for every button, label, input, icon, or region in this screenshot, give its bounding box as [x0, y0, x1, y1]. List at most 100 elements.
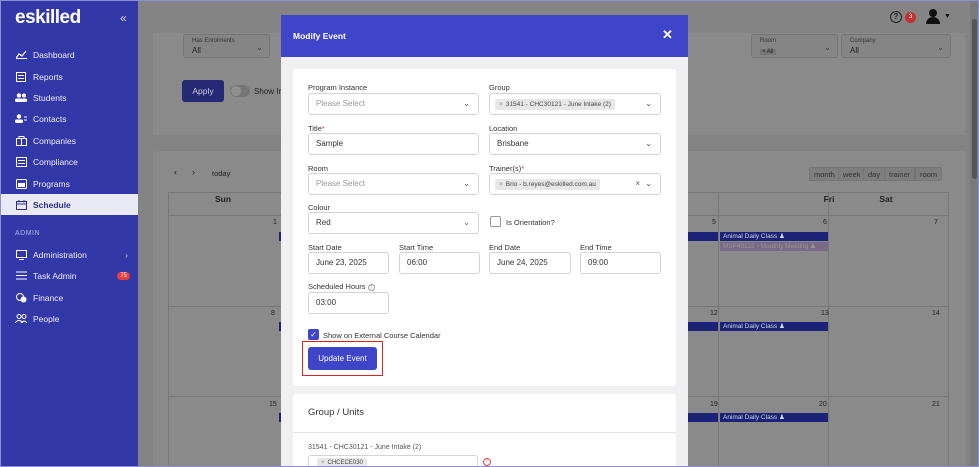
unit-chip[interactable]: × CHCECE030 [317, 458, 367, 466]
company-filter[interactable]: Company All ⌄ [841, 34, 951, 58]
report-icon [15, 71, 27, 82]
room-select[interactable]: Please Select ⌄ [308, 173, 479, 195]
warning-icon: ! [483, 458, 491, 466]
colour-select[interactable]: Red ⌄ [308, 212, 479, 234]
calendar-event[interactable]: Animal Daily Class ♟ [720, 413, 828, 422]
group-chip[interactable]: × 31541 - CHC30121 - June Intake (2) [495, 99, 615, 110]
event-title: Animal Daily Class [723, 414, 778, 421]
calendar-event[interactable]: MSF40122 - Monthly Meeting ♟ [720, 242, 828, 251]
date-number: 15 [269, 401, 277, 408]
sidebar-item-task-admin[interactable]: Task Admin 75 [1, 265, 138, 286]
scheduled-hours-input[interactable]: 03:00 [308, 292, 389, 314]
units-select[interactable]: × CHCECE030 [308, 455, 478, 466]
sidebar-item-contacts[interactable]: Contacts [1, 108, 138, 129]
chevron-down-icon: ⌄ [645, 139, 652, 148]
collapse-sidebar-icon[interactable]: « [120, 11, 127, 25]
date-number: 21 [932, 401, 940, 408]
clear-icon[interactable]: × [635, 174, 640, 194]
sidebar-item-reports[interactable]: Reports [1, 66, 138, 87]
sidebar-item-companies[interactable]: Companies [1, 130, 138, 151]
show-toggle[interactable] [230, 85, 250, 97]
sidebar-item-label: Dashboard [33, 49, 75, 60]
date-number: 1 [273, 219, 277, 226]
caret-down-icon[interactable]: ▼ [944, 13, 951, 20]
trainer-chip[interactable]: × Brio - b.reyes@eskilled.com.au [495, 179, 600, 190]
coins-icon [15, 292, 27, 303]
calendar-event[interactable]: Animal Daily Class ♟ [720, 232, 828, 241]
view-room-button[interactable]: room [915, 167, 943, 181]
sidebar-item-finance[interactable]: Finance [1, 287, 138, 308]
room-label: Room [308, 164, 329, 173]
end-time-input[interactable]: 09:00 [580, 252, 661, 274]
scrollbar-thumb[interactable] [972, 19, 977, 179]
remove-chip-icon[interactable]: × [499, 101, 503, 108]
help-icon[interactable]: ? [890, 11, 902, 23]
view-trainer-button[interactable]: trainer [884, 167, 916, 181]
chevron-down-icon: ⌄ [463, 179, 470, 188]
date-number: 8 [271, 310, 275, 317]
sidebar-item-dashboard[interactable]: Dashboard [1, 44, 138, 65]
sidebar-item-students[interactable]: Students [1, 87, 138, 108]
title-input[interactable]: Sample [308, 133, 479, 155]
room-filter[interactable]: Room × All ⌄ [751, 34, 838, 58]
filter-value: All [850, 46, 859, 55]
trainers-select[interactable]: × Brio - b.reyes@eskilled.com.au × ⌄ [489, 173, 661, 195]
calendar-event[interactable] [688, 232, 718, 241]
contact-icon [15, 114, 27, 124]
close-icon[interactable]: ✕ [662, 27, 673, 43]
calendar-event[interactable] [688, 413, 718, 422]
calendar-event[interactable] [688, 322, 718, 331]
chevron-down-icon: ⌄ [645, 179, 652, 188]
chip-label: 31541 - CHC30121 - June Intake (2) [505, 101, 611, 108]
title-label: Title* [308, 124, 325, 133]
chevron-right-icon: › [125, 249, 128, 260]
date-number: 14 [932, 310, 940, 317]
sidebar-item-schedule[interactable]: Schedule [1, 194, 138, 215]
orientation-checkbox[interactable] [490, 216, 501, 227]
logo: eskilled [15, 7, 81, 28]
day-header-sun: Sun [214, 194, 232, 204]
info-icon[interactable]: ? [367, 283, 375, 291]
chevron-down-icon: ⌄ [463, 99, 470, 108]
app-window: eskilled « Dashboard Reports Students Co… [0, 0, 979, 467]
list-icon [15, 271, 27, 281]
chip-label: CHCECE030 [327, 460, 363, 466]
today-button[interactable]: today [212, 169, 230, 183]
start-date-input[interactable]: June 23, 2025 [308, 252, 389, 274]
chevron-down-icon: ⌄ [824, 43, 831, 52]
calendar-event[interactable]: Animal Daily Class ♟ [720, 322, 828, 331]
program-instance-select[interactable]: Please Select ⌄ [308, 93, 479, 115]
group-units-item: 31541 - CHC30121 - June Intake (2) [308, 444, 422, 451]
notification-badge[interactable]: 3 [905, 12, 916, 23]
remove-chip-icon[interactable]: × [499, 181, 503, 188]
end-date-input[interactable]: June 24, 2025 [489, 252, 571, 274]
apply-button[interactable]: Apply [182, 80, 224, 102]
update-event-button[interactable]: Update Event [308, 347, 377, 370]
sidebar-item-people[interactable]: People [1, 308, 138, 329]
next-icon[interactable]: › [192, 167, 195, 181]
remove-chip-icon[interactable]: × [321, 460, 325, 466]
modify-event-modal: Modify Event ✕ Program Instance Please S… [281, 15, 688, 466]
user-avatar-icon[interactable] [926, 9, 940, 25]
calendar-icon [15, 199, 27, 210]
start-time-input[interactable]: 06:00 [399, 252, 480, 274]
view-day-button[interactable]: day [863, 167, 886, 181]
group-select[interactable]: × 31541 - CHC30121 - June Intake (2) ⌄ [489, 93, 661, 115]
event-title: Animal Daily Class [723, 233, 778, 240]
trainers-label: Trainer(s)* [489, 164, 525, 173]
view-month-button[interactable]: month [809, 167, 840, 181]
sidebar-item-label: Administration [33, 249, 87, 260]
date-number: 19 [710, 401, 718, 408]
view-week-button[interactable]: week [838, 167, 866, 181]
sidebar-item-label: Finance [33, 292, 64, 303]
sidebar-item-label: Reports [33, 71, 63, 82]
prev-icon[interactable]: ‹ [174, 167, 177, 181]
sidebar-item-programs[interactable]: Programs [1, 173, 138, 194]
group-label: Group [489, 83, 510, 92]
sidebar-item-administration[interactable]: Administration › [1, 244, 138, 265]
location-select[interactable]: Brisbane ⌄ [489, 133, 661, 155]
sidebar-item-compliance[interactable]: Compliance [1, 151, 138, 172]
select-value: Brisbane [497, 139, 529, 148]
external-calendar-checkbox[interactable]: ✓ [308, 329, 319, 340]
enrolments-filter[interactable]: Has Enrolments All ⌄ [183, 34, 270, 58]
